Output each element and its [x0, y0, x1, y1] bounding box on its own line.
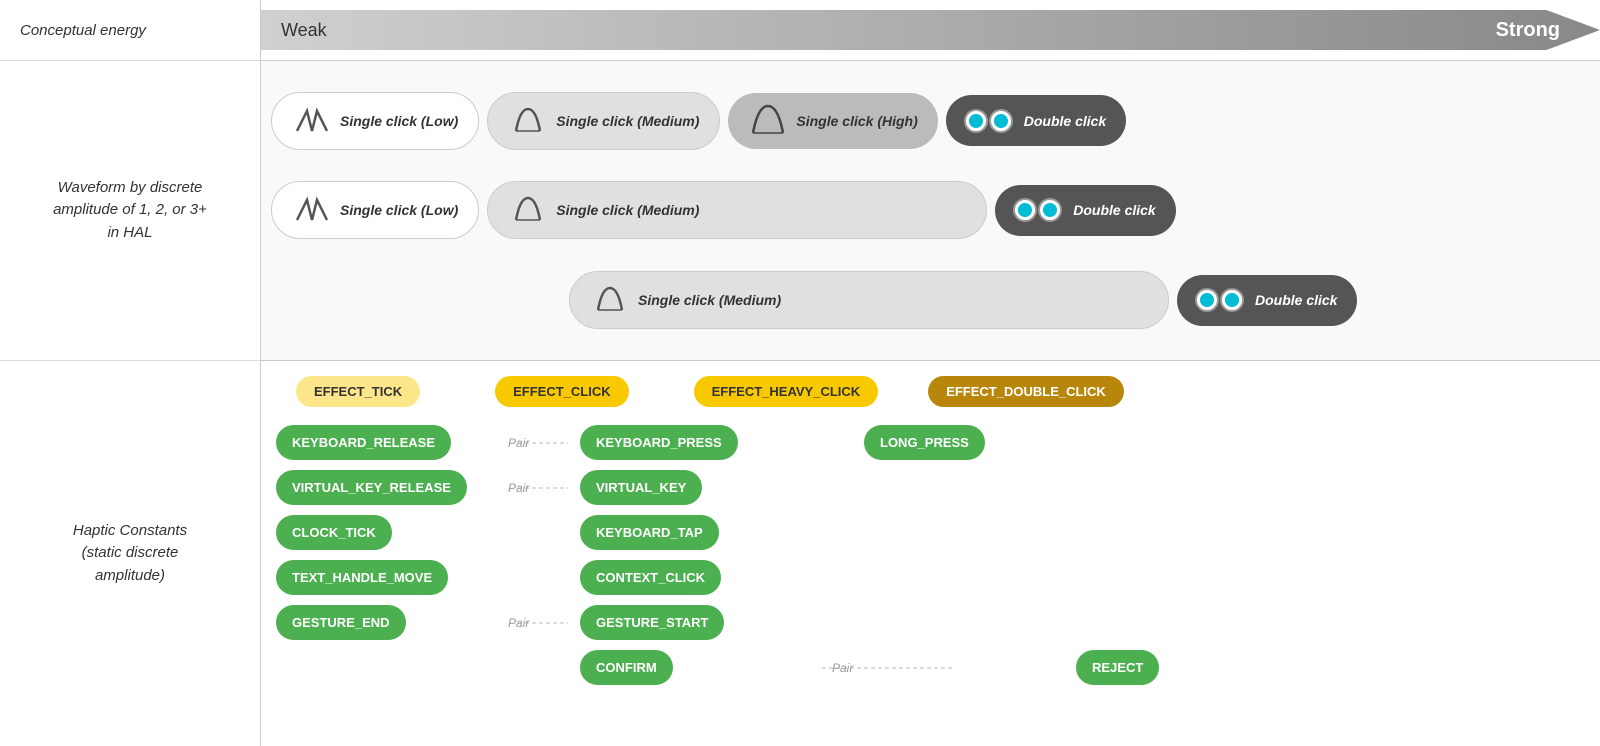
btn-virtual-key-release[interactable]: VIRTUAL_KEY_RELEASE: [276, 470, 467, 505]
badge-effect-double-click: EFFECT_DOUBLE_CLICK: [928, 376, 1124, 407]
pill-label: Single click (High): [796, 113, 917, 129]
pair-label-1: Pair: [518, 442, 568, 444]
pill-double-click-1: Double click: [946, 95, 1126, 146]
waveform-row-3: Single click (Medium) Double click: [271, 268, 1590, 333]
pill-single-low-1: Single click (Low): [271, 92, 479, 150]
double-dot-icon-3: [1197, 283, 1247, 318]
haptic-row-virtual: VIRTUAL_KEY_RELEASE Pair VIRTUAL_KEY: [276, 470, 1590, 505]
energy-weak-label: Weak: [281, 20, 327, 41]
pill-single-low-2: Single click (Low): [271, 181, 479, 239]
btn-text-handle-move[interactable]: TEXT_HANDLE_MOVE: [276, 560, 448, 595]
dot-5: [1197, 290, 1217, 310]
dot-6: [1222, 290, 1242, 310]
col-gesture-end: GESTURE_END: [276, 605, 506, 640]
wave-medium-icon-3: [590, 280, 630, 320]
double-dot-icon-2: [1015, 193, 1065, 228]
pair-label-3: Pair: [518, 622, 568, 624]
col-keyboard-tap: KEYBOARD_TAP: [580, 515, 810, 550]
haptic-row-text: TEXT_HANDLE_MOVE CONTEXT_CLICK: [276, 560, 1590, 595]
col-reject: REJECT: [1076, 650, 1306, 685]
haptic-row-gesture: GESTURE_END Pair GESTURE_START: [276, 605, 1590, 640]
col-confirm: CONFIRM: [580, 650, 810, 685]
left-labels: Conceptual energy Waveform by discreteam…: [0, 0, 260, 746]
wave-low-icon-2: [292, 190, 332, 230]
pill-label: Double click: [1073, 202, 1155, 218]
pill-label: Single click (Medium): [638, 292, 781, 308]
pill-label: Single click (Low): [340, 202, 458, 218]
dot-2: [991, 111, 1011, 131]
btn-confirm[interactable]: CONFIRM: [580, 650, 673, 685]
wave-medium-icon-2: [508, 190, 548, 230]
btn-gesture-start[interactable]: GESTURE_START: [580, 605, 724, 640]
haptic-row-clock: CLOCK_TICK KEYBOARD_TAP: [276, 515, 1590, 550]
pill-single-high-1: Single click (High): [728, 93, 937, 149]
col-gesture-start: GESTURE_START: [580, 605, 810, 640]
col-context-click: CONTEXT_CLICK: [580, 560, 810, 595]
wave-low-icon-1: [292, 101, 332, 141]
pill-label: Single click (Low): [340, 113, 458, 129]
btn-keyboard-tap[interactable]: KEYBOARD_TAP: [580, 515, 719, 550]
pill-single-medium-2: Single click (Medium): [487, 181, 987, 239]
btn-keyboard-release[interactable]: KEYBOARD_RELEASE: [276, 425, 451, 460]
effect-badges-row: EFFECT_TICK EFFECT_CLICK EFFECT_HEAVY_CL…: [271, 376, 1590, 407]
col-clock-tick: CLOCK_TICK: [276, 515, 506, 550]
pill-single-medium-3: Single click (Medium): [569, 271, 1169, 329]
dot-4: [1040, 200, 1060, 220]
btn-virtual-key[interactable]: VIRTUAL_KEY: [580, 470, 702, 505]
waveform-label: Waveform by discreteamplitude of 1, 2, o…: [0, 60, 260, 360]
pair-label-4: Pair: [822, 667, 952, 669]
dot-1: [966, 111, 986, 131]
col-keyboard-release: KEYBOARD_RELEASE: [276, 425, 506, 460]
dot-3: [1015, 200, 1035, 220]
btn-long-press[interactable]: LONG_PRESS: [864, 425, 985, 460]
btn-keyboard-press[interactable]: KEYBOARD_PRESS: [580, 425, 738, 460]
badge-effect-click: EFFECT_CLICK: [495, 376, 629, 407]
btn-gesture-end[interactable]: GESTURE_END: [276, 605, 406, 640]
double-dot-icon-1: [966, 103, 1016, 138]
badge-effect-heavy-click: EFFECT_HEAVY_CLICK: [694, 376, 879, 407]
col-text-handle-move: TEXT_HANDLE_MOVE: [276, 560, 506, 595]
col-keyboard-press: KEYBOARD_PRESS: [580, 425, 810, 460]
pill-double-click-3: Double click: [1177, 275, 1357, 326]
haptic-layout: KEYBOARD_RELEASE Pair KEYBOARD_PRESS LON…: [271, 425, 1590, 685]
waveform-row-1: Single click (Low) Single click (Medium): [271, 88, 1590, 153]
col-virtual-key-release: VIRTUAL_KEY_RELEASE: [276, 470, 506, 505]
haptic-label: Haptic Constants(static discreteamplitud…: [0, 360, 260, 746]
pill-label: Single click (Medium): [556, 202, 699, 218]
haptic-row-keyboard: KEYBOARD_RELEASE Pair KEYBOARD_PRESS LON…: [276, 425, 1590, 460]
haptic-row-confirm: CONFIRM Pair REJECT: [276, 650, 1590, 685]
main-container: Conceptual energy Waveform by discreteam…: [0, 0, 1600, 746]
btn-reject[interactable]: REJECT: [1076, 650, 1159, 685]
pair-label-2: Pair: [518, 487, 568, 489]
badge-effect-tick: EFFECT_TICK: [296, 376, 420, 407]
pill-label: Single click (Medium): [556, 113, 699, 129]
haptic-section: EFFECT_TICK EFFECT_CLICK EFFECT_HEAVY_CL…: [261, 360, 1600, 746]
waveform-row-2: Single click (Low) Single click (Medium): [271, 178, 1590, 243]
btn-clock-tick[interactable]: CLOCK_TICK: [276, 515, 392, 550]
right-content: Weak Strong Single click (Low): [260, 0, 1600, 746]
energy-arrow: [261, 10, 1600, 50]
pill-label: Double click: [1255, 292, 1337, 308]
pill-single-medium-1: Single click (Medium): [487, 92, 720, 150]
col-long-press: LONG_PRESS: [864, 425, 1094, 460]
energy-strong-label: Strong: [1496, 19, 1560, 42]
energy-bar-row: Weak Strong: [261, 0, 1600, 60]
pill-label: Double click: [1024, 113, 1106, 129]
col-virtual-key: VIRTUAL_KEY: [580, 470, 810, 505]
wave-high-icon-1: [748, 101, 788, 141]
waveform-section: Single click (Low) Single click (Medium): [261, 60, 1600, 360]
wave-medium-icon-1: [508, 101, 548, 141]
pill-double-click-2: Double click: [995, 185, 1175, 236]
conceptual-energy-label: Conceptual energy: [0, 0, 260, 60]
btn-context-click[interactable]: CONTEXT_CLICK: [580, 560, 721, 595]
